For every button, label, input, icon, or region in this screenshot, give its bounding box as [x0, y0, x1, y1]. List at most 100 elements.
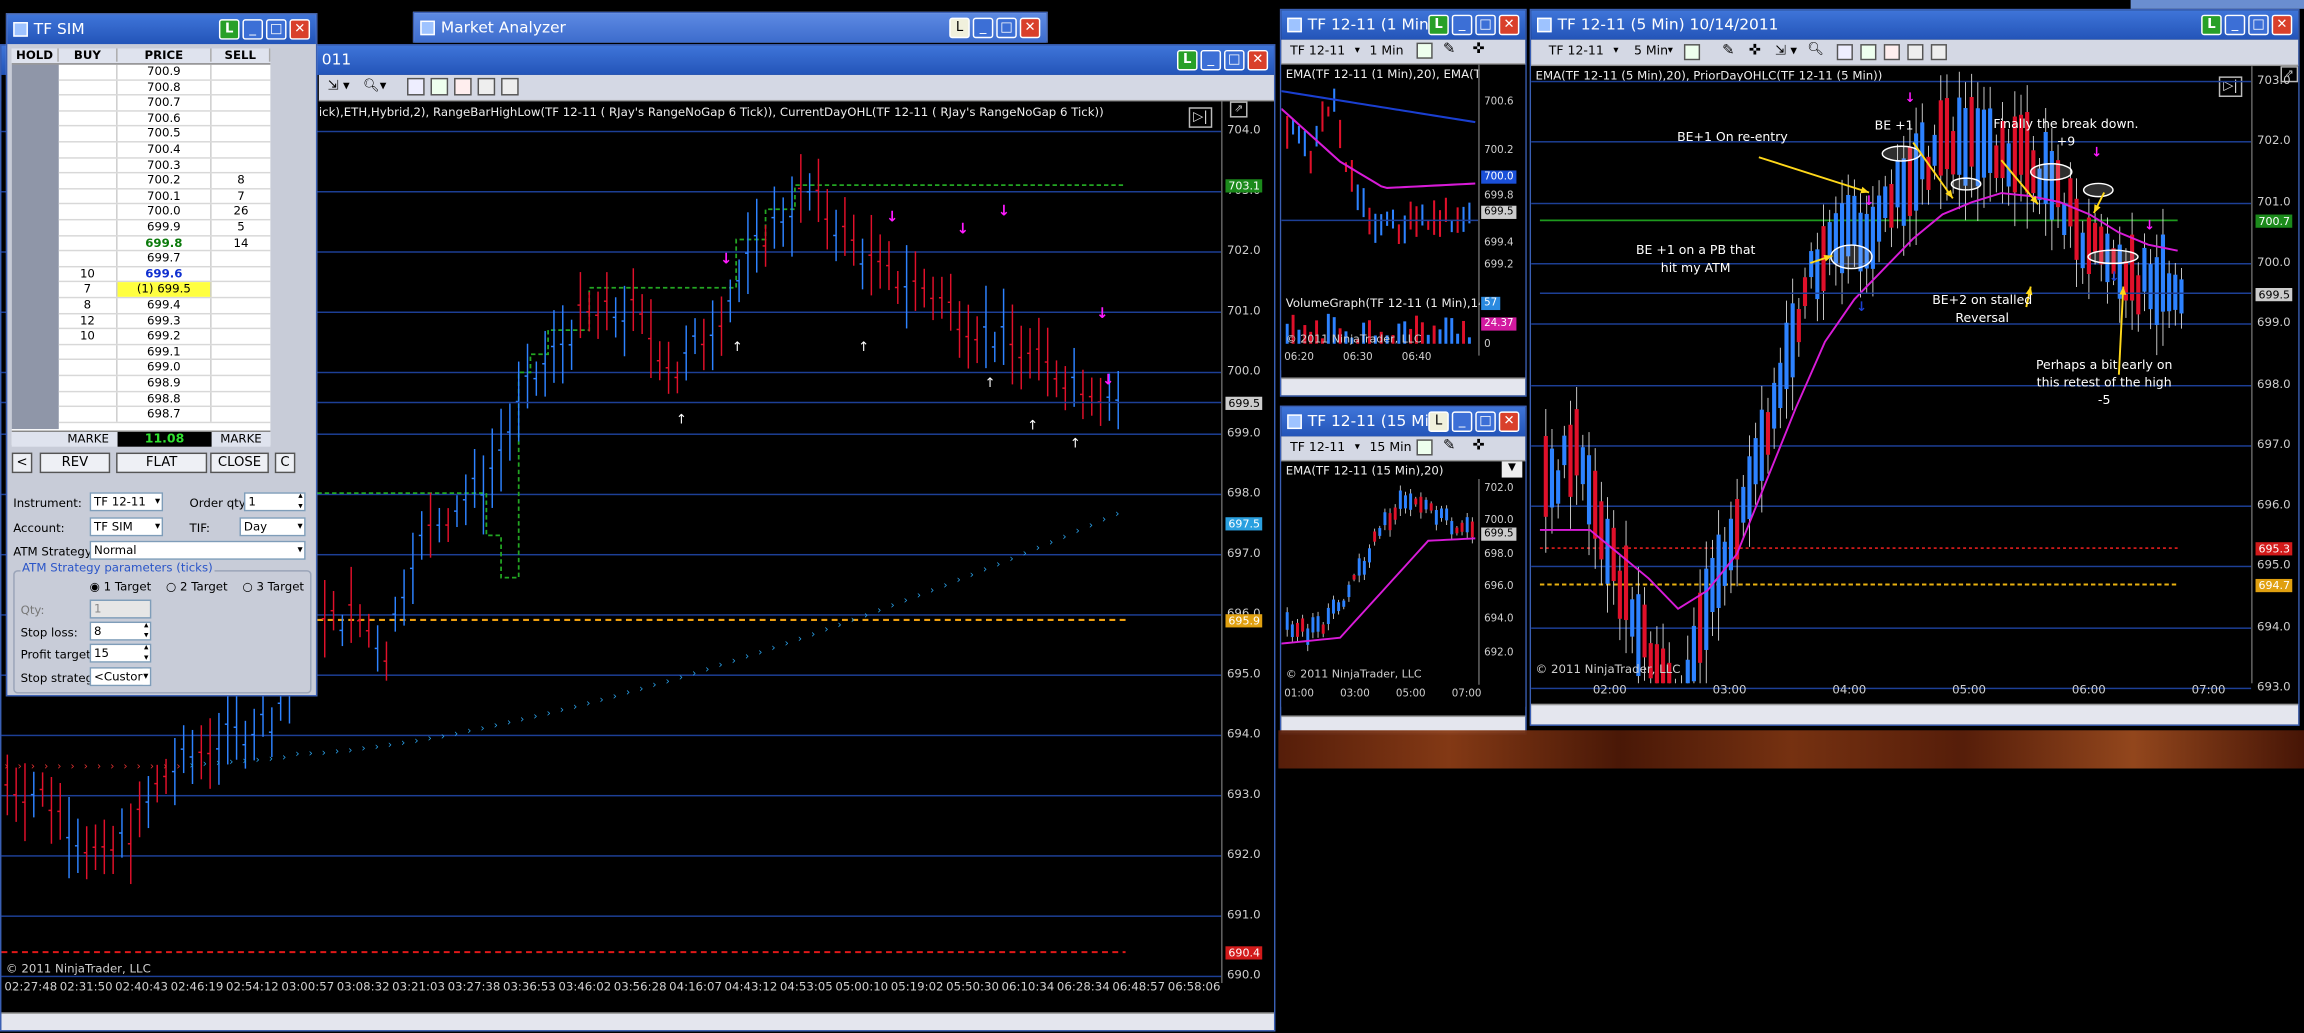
dom-row[interactable]: 700.5	[58, 126, 271, 143]
superdom-close-button[interactable]: ✕	[289, 19, 311, 40]
chart-5min-close-button[interactable]: ✕	[2271, 14, 2293, 36]
crosshair-icon[interactable]: ✜	[1472, 41, 1484, 57]
main-chart-scrollbar[interactable]	[1, 1012, 1274, 1031]
target-3-radio[interactable]: ○ 3 Target	[242, 580, 304, 593]
chart-15min-link-badge[interactable]: L	[1428, 411, 1449, 433]
stop-loss-stepper[interactable]: 8 ▴ ▾	[89, 620, 152, 641]
dom-row[interactable]: 700.2 8	[58, 173, 271, 190]
profit-target-stepper[interactable]: 15 ▴ ▾	[89, 642, 152, 663]
chart-15min-instrument[interactable]: TF 12-11	[1290, 441, 1345, 456]
chart-5min-minimize-button[interactable]: _	[2224, 14, 2246, 36]
buy-market-button[interactable]: MARKE	[59, 432, 118, 445]
chart-1min-instrument[interactable]: TF 12-11	[1290, 44, 1345, 59]
dom-row[interactable]: 699.7	[58, 251, 271, 268]
chart-5min-scrollbar[interactable]	[1531, 703, 2299, 725]
order-qty-stepper[interactable]: 1 ▴ ▾	[243, 491, 306, 512]
chart-15min-interval[interactable]: 15 Min	[1369, 441, 1411, 456]
toolbar-strategy-icon[interactable]	[1883, 44, 1900, 61]
toolbar-properties-icon[interactable]	[407, 77, 425, 96]
chart-5min-titlebar[interactable]: TF 12-11 (5 Min) 10/14/2011 L _ □ ✕	[1531, 10, 2299, 40]
chart-5min-interval[interactable]: 5 Min	[1634, 44, 1668, 59]
dom-row[interactable]: 700.6	[58, 111, 271, 127]
crosshair-icon[interactable]: ✜	[1472, 438, 1484, 454]
toolbar-copy-icon[interactable]	[1930, 44, 1947, 61]
chart-expand-icon[interactable]: ▼	[1501, 461, 1523, 478]
bar-type-icon[interactable]	[1683, 44, 1701, 61]
dom-row[interactable]: 700.7	[58, 95, 271, 112]
target-2-radio[interactable]: ○ 2 Target	[166, 580, 228, 593]
atm-strategy-select[interactable]: Normal ▾	[89, 540, 306, 560]
dom-row[interactable]: 700.4	[58, 142, 271, 159]
dom-row[interactable]: 10 699.6	[58, 267, 271, 283]
toolbar-indicator-icon[interactable]	[430, 77, 449, 96]
chart-5min-maximize-button[interactable]: □	[2248, 14, 2269, 36]
chart-1min-scrollbar[interactable]	[1281, 377, 1526, 396]
target-1-radio[interactable]: ◉ 1 Target	[90, 580, 152, 593]
main-chart-link-badge[interactable]: L	[1176, 49, 1198, 71]
toolbar-zoom-icon[interactable]: 🔍︎▾	[363, 79, 386, 94]
chart-15min-minimize-button[interactable]: _	[1451, 411, 1473, 433]
chart-1min-titlebar[interactable]: TF 12-11 (1 Min) L _ □ ✕	[1281, 10, 1526, 40]
chart-5min-panel[interactable]: EMA(TF 12-11 (5 Min),20), PriorDayOHLC(T…	[1531, 66, 2299, 704]
dom-row[interactable]: 700.3	[58, 158, 271, 174]
chart-15min-titlebar[interactable]: TF 12-11 (15 Min) L _ □ ✕	[1281, 407, 1526, 437]
dom-row[interactable]: 7 (1) 699.5	[58, 282, 271, 299]
chart-1min-minimize-button[interactable]: _	[1451, 14, 1473, 36]
toolbar-strategy-icon[interactable]	[454, 77, 472, 96]
dom-row[interactable]: 698.7	[58, 407, 271, 423]
stop-strategy-select[interactable]: <Custom ▾	[89, 667, 152, 687]
reverse-button[interactable]: REV	[39, 452, 111, 474]
superdom-link-badge[interactable]: L	[218, 19, 240, 40]
toolbar-grid-icon[interactable]	[477, 77, 496, 96]
dom-row[interactable]: 699.1	[58, 345, 271, 361]
pencil-icon[interactable]: ✎	[1722, 43, 1734, 59]
dom-row[interactable]: 699.8 14	[58, 235, 271, 252]
dom-row[interactable]: 8 699.4	[58, 298, 271, 314]
toolbar-copy-icon[interactable]	[501, 77, 519, 96]
chart-1min-close-button[interactable]: ✕	[1498, 14, 1520, 36]
main-chart-minimize-button[interactable]: _	[1200, 49, 1222, 71]
chart-1min-interval[interactable]: 1 Min	[1369, 44, 1403, 59]
market-analyzer-maximize-button[interactable]: □	[996, 17, 1017, 39]
chart-15min-panel[interactable]: EMA(TF 12-11 (15 Min),20) ▼ 702.0 700.0 69…	[1281, 461, 1526, 707]
dom-row[interactable]: 699.0	[58, 360, 271, 377]
pencil-icon[interactable]: ✎	[1443, 41, 1455, 57]
crosshair-icon[interactable]: ✜	[1749, 43, 1761, 59]
chart-1min-link-badge[interactable]: L	[1428, 14, 1449, 36]
market-analyzer-link-badge[interactable]: L	[949, 17, 970, 39]
sell-market-button[interactable]: MARKE	[212, 432, 271, 445]
toolbar-grid-icon[interactable]	[1907, 44, 1924, 61]
market-analyzer-titlebar[interactable]: Market Analyzer L _ □ ✕	[414, 13, 1047, 43]
dom-row[interactable]: 699.9 5	[58, 220, 271, 236]
market-analyzer-close-button[interactable]: ✕	[1019, 17, 1041, 39]
toolbar-indicator-icon[interactable]	[1860, 44, 1877, 61]
market-analyzer-minimize-button[interactable]: _	[972, 17, 994, 39]
chart-5min-instrument[interactable]: TF 12-11	[1549, 44, 1604, 59]
dom-row[interactable]: 698.8	[58, 391, 271, 408]
instrument-select[interactable]: TF 12-11 ▾	[89, 492, 164, 512]
bar-type-icon[interactable]	[1416, 439, 1433, 456]
chart-1min-maximize-button[interactable]: □	[1475, 14, 1496, 36]
main-chart-maximize-button[interactable]: □	[1224, 49, 1245, 71]
close-position-button[interactable]: CLOSE	[210, 452, 269, 474]
chart-5min-link-badge[interactable]: L	[2201, 14, 2222, 36]
bar-type-icon[interactable]	[1416, 42, 1433, 59]
dom-row[interactable]: 698.9	[58, 376, 271, 392]
superdom-minimize-button[interactable]: _	[242, 19, 264, 40]
dom-row[interactable]: 700.8	[58, 80, 271, 96]
chart-1min-panel[interactable]: EMA(TF 12-11 (1 Min),20), EMA(TF 12 700.…	[1281, 64, 1526, 371]
dom-left-button[interactable]: <	[11, 452, 33, 474]
dom-row[interactable]: 700.0 26	[58, 204, 271, 221]
tif-select[interactable]: Day ▾	[239, 517, 306, 537]
chart-15min-maximize-button[interactable]: □	[1475, 411, 1496, 433]
toolbar-tools-icon[interactable]: ⇲ ▾	[328, 79, 350, 94]
dom-row[interactable]: 12 699.3	[58, 313, 271, 330]
main-chart-close-button[interactable]: ✕	[1247, 49, 1269, 71]
superdom-ladder[interactable]: HOLD BUY PRICE SELL 700.9 700.8 700.7 700.6 700.…	[11, 48, 271, 447]
chart-15min-close-button[interactable]: ✕	[1498, 411, 1520, 433]
dom-row[interactable]: 700.9	[58, 64, 271, 81]
dom-row[interactable]: 700.1 7	[58, 189, 271, 205]
superdom-maximize-button[interactable]: □	[265, 19, 287, 40]
account-select[interactable]: TF SIM ▾	[89, 517, 164, 537]
dom-c-button[interactable]: C	[274, 452, 296, 474]
